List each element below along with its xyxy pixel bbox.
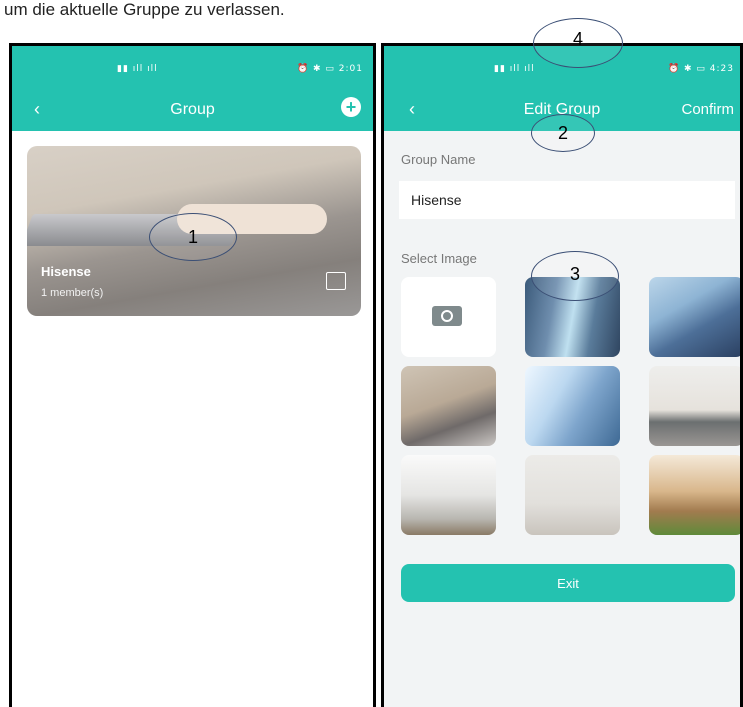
image-option-building-2[interactable]	[649, 277, 740, 357]
camera-tile[interactable]	[401, 277, 496, 357]
status-time: 2:01	[338, 64, 363, 74]
callout-2: 2	[531, 114, 595, 152]
callout-number: 3	[569, 264, 580, 284]
edit-group-screen: ▮▮ ıll ıll ⏰ ✱ ▭ 4:23 ‹ Edit Group Confi…	[381, 43, 743, 707]
page-title: Group	[170, 101, 215, 118]
select-image-label: Select Image	[401, 251, 477, 266]
signal-icon: ▮▮ ıll ıll	[117, 64, 158, 74]
confirm-button[interactable]: Confirm	[681, 101, 734, 118]
caption-text: um die aktuelle Gruppe zu verlassen.	[4, 0, 285, 19]
group-name-label: Group Name	[401, 152, 476, 167]
exit-button[interactable]: Exit	[401, 564, 735, 602]
camera-icon	[432, 306, 462, 326]
image-option-desk[interactable]	[401, 366, 496, 446]
group-list-screen: ▮▮ ıll ıll ⏰ ✱ ▭ 2:01 ‹ Group + Hisense …	[9, 43, 376, 707]
image-option-plants[interactable]	[401, 455, 496, 535]
status-icons: ⏰ ✱ ▭ 2:01	[296, 64, 363, 74]
status-time: 4:23	[709, 64, 734, 74]
edit-icon[interactable]	[326, 272, 346, 290]
image-option-sofa[interactable]	[649, 366, 740, 446]
status-bar: ▮▮ ıll ıll ⏰ ✱ ▭ 2:01	[12, 46, 373, 91]
signal-icon: ▮▮ ıll ıll	[494, 64, 535, 74]
callout-number: 2	[557, 123, 568, 143]
image-option-clock[interactable]	[525, 455, 620, 535]
group-name-field[interactable]	[399, 181, 735, 219]
add-group-button[interactable]: +	[341, 97, 361, 117]
image-option-skyscraper[interactable]	[525, 366, 620, 446]
app-header: ‹ Group +	[12, 91, 373, 131]
callout-4: 4	[533, 18, 623, 68]
callout-number: 1	[187, 227, 198, 247]
callout-1: 1	[149, 213, 237, 261]
member-count: 1 member(s)	[41, 287, 104, 299]
callout-number: 4	[572, 29, 583, 49]
image-option-window[interactable]	[649, 455, 740, 535]
status-icons: ⏰ ✱ ▭ 4:23	[667, 64, 734, 74]
group-name: Hisense	[41, 264, 91, 279]
callout-3: 3	[531, 251, 619, 301]
